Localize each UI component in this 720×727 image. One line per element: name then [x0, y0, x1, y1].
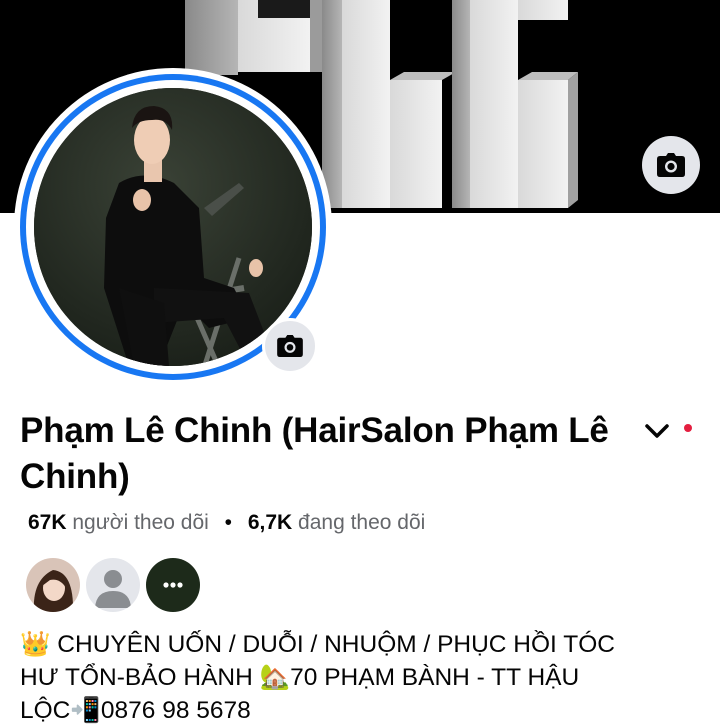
bio-line: 👑 CHUYÊN UỐN / DUỖI / NHUỘM / PHỤC HỒI T…	[20, 631, 615, 658]
following-label[interactable]: đang theo dõi	[298, 511, 425, 534]
cover-camera-button[interactable]	[642, 136, 700, 194]
chevron-down-icon	[645, 424, 669, 438]
friend-avatar[interactable]	[24, 556, 82, 614]
profile-menu-button[interactable]	[640, 414, 674, 448]
followers-label[interactable]: người theo dõi	[72, 511, 208, 534]
notification-dot	[684, 424, 692, 432]
profile-bio: 👑 CHUYÊN UỐN / DUỖI / NHUỘM / PHỤC HỒI T…	[20, 628, 700, 727]
more-friends-button[interactable]	[144, 556, 202, 614]
followers-count[interactable]: 67K	[28, 511, 67, 534]
stats-separator: •	[224, 511, 232, 534]
following-count[interactable]: 6,7K	[248, 511, 292, 534]
bio-line: LỘC📲0876 98 5678	[20, 697, 251, 724]
profile-stats: 67K người theo dõi • 6,7K đang theo dõi	[28, 508, 425, 538]
camera-icon	[277, 335, 303, 357]
profile-name: Phạm Lê Chinh (HairSalon Phạm Lê Chinh)	[20, 411, 609, 496]
profile-camera-button[interactable]	[262, 318, 318, 374]
friend-avatar-default[interactable]	[84, 556, 142, 614]
camera-icon	[657, 153, 685, 177]
bio-line: HƯ TỔN-BẢO HÀNH 🏡70 PHẠM BÀNH - TT HẬU	[20, 664, 580, 691]
